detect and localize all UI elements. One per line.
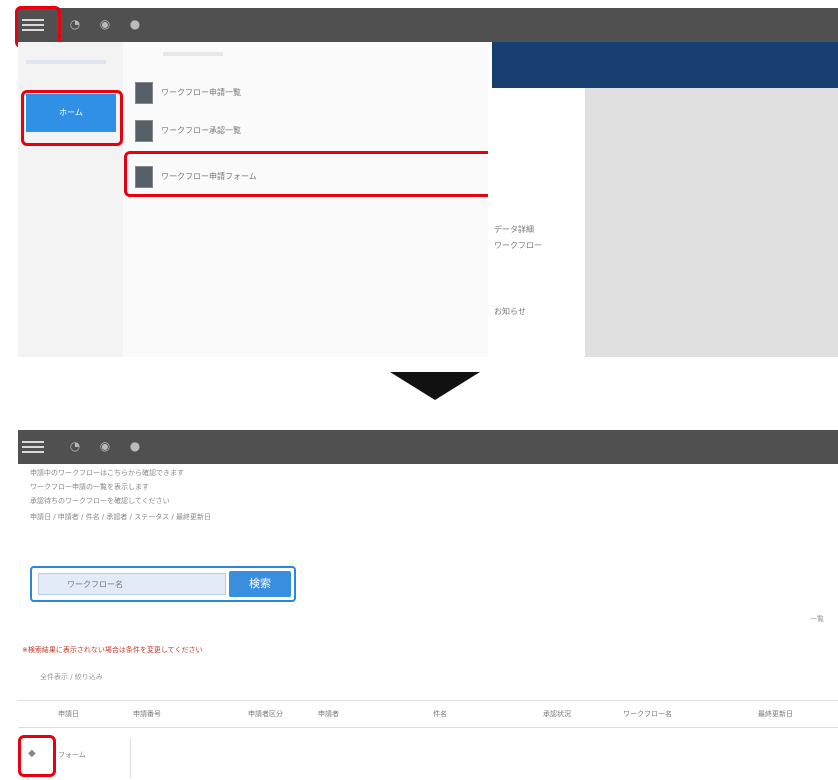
sub-note: 全件表示 / 絞り込み: [40, 673, 103, 681]
bell-icon[interactable]: ◉: [98, 17, 112, 31]
column-header[interactable]: 申請日: [58, 709, 79, 719]
header-band: [492, 42, 838, 88]
column-header[interactable]: ワークフロー名: [623, 709, 672, 719]
menu-item-label: ワークフロー承認一覧: [161, 126, 241, 135]
column-header[interactable]: 申請者: [318, 709, 339, 719]
info-line-3: 承認待ちのワークフローを確認してください: [30, 497, 170, 505]
hamburger-icon[interactable]: [22, 438, 44, 456]
nav-divider: [26, 60, 106, 64]
table-row[interactable]: ◆ フォーム: [18, 738, 838, 778]
info-line-2: ワークフロー申請の一覧を表示します: [30, 483, 149, 491]
warning-note: ※検索結果に表示されない場合は条件を変更してください: [22, 646, 203, 654]
side-text-2: ワークフロー: [494, 241, 542, 250]
bottom-toolbar: ◔ ◉ ●: [18, 430, 838, 464]
settings-icon[interactable]: ●: [128, 17, 142, 31]
document-icon: [135, 82, 153, 104]
preview-area: [585, 88, 838, 357]
column-header[interactable]: 最終更新日: [758, 709, 793, 719]
settings-icon[interactable]: ●: [128, 439, 142, 453]
menu-panel: ワークフロー申請一覧 ワークフロー承認一覧 ワークフロー申請フォーム: [123, 42, 489, 357]
search-button[interactable]: 検索: [229, 571, 291, 597]
chat-icon[interactable]: ◔: [68, 17, 82, 31]
search-placeholder: ワークフロー名: [67, 580, 123, 589]
column-header[interactable]: 件名: [433, 709, 447, 719]
document-icon: [135, 120, 153, 142]
search-box: ワークフロー名 検索: [30, 566, 296, 602]
bell-icon[interactable]: ◉: [98, 439, 112, 453]
annotation-highlight-menu-item: [124, 151, 496, 197]
search-input[interactable]: ワークフロー名: [38, 573, 226, 595]
annotation-highlight-nav: [21, 90, 123, 146]
chat-icon[interactable]: ◔: [68, 439, 82, 453]
column-header[interactable]: 申請者区分: [248, 709, 283, 719]
info-line-4: 申請日 / 申請者 / 件名 / 承認者 / ステータス / 最終更新日: [30, 513, 212, 521]
menu-item-1[interactable]: ワークフロー申請一覧: [133, 80, 483, 106]
annotation-highlight-row: [18, 735, 56, 777]
row-divider: [130, 738, 131, 778]
panel-divider: [163, 52, 223, 56]
down-arrow-icon: [390, 372, 480, 400]
top-toolbar: ◔ ◉ ●: [18, 8, 838, 42]
menu-item-2[interactable]: ワークフロー承認一覧: [133, 118, 483, 144]
list-label: 一覧: [810, 615, 824, 623]
row-label: フォーム: [58, 751, 86, 759]
menu-item-label: ワークフロー申請一覧: [161, 88, 241, 97]
info-line-1: 申請中のワークフローはこちらから確認できます: [30, 469, 184, 477]
column-header[interactable]: 申請番号: [133, 709, 161, 719]
side-text-3: お知らせ: [494, 307, 526, 316]
column-header[interactable]: 承認状況: [543, 709, 571, 719]
search-button-label: 検索: [249, 577, 271, 590]
side-text-1: データ詳細: [494, 225, 534, 234]
table-header: 申請日 申請番号 申請者区分 申請者 件名 承認状況 ワークフロー名 最終更新日: [18, 700, 838, 728]
